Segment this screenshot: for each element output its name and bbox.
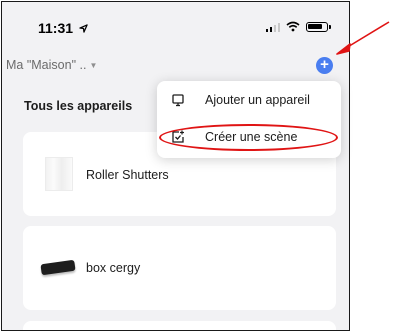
battery-cap bbox=[329, 24, 331, 29]
device-card-box-cergy[interactable]: box cergy bbox=[23, 226, 336, 310]
roller-shutter-icon bbox=[45, 157, 73, 191]
device-name: box cergy bbox=[86, 261, 141, 275]
device-name: Roller Shutters bbox=[86, 168, 169, 182]
menu-item-label: Ajouter un appareil bbox=[205, 93, 310, 107]
device-add-icon bbox=[172, 94, 184, 107]
annotation-ellipse bbox=[159, 124, 338, 151]
status-time: 11:31 bbox=[38, 20, 88, 36]
battery-icon bbox=[306, 21, 328, 32]
home-selector[interactable]: Ma "Maison" .. ▼ bbox=[6, 58, 97, 72]
status-bar: 11:31 bbox=[2, 2, 349, 46]
cellular-signal-icon bbox=[265, 22, 280, 32]
box-device-icon bbox=[40, 259, 76, 276]
section-title: Tous les appareils bbox=[24, 99, 133, 113]
status-icons bbox=[265, 21, 331, 32]
home-selector-row: Ma "Maison" .. ▼ + bbox=[2, 56, 349, 76]
menu-item-add-device[interactable]: Ajouter un appareil bbox=[157, 86, 341, 116]
status-time-text: 11:31 bbox=[38, 20, 74, 36]
device-card-partial[interactable] bbox=[23, 321, 336, 330]
add-button[interactable]: + bbox=[316, 57, 333, 74]
location-arrow-icon bbox=[79, 24, 88, 33]
phone-screen: 11:31 Ma "Maison" .. ▼ + Tous les apparei… bbox=[1, 1, 350, 331]
wifi-icon bbox=[286, 21, 300, 32]
home-name: Ma "Maison" .. bbox=[6, 58, 87, 72]
chevron-down-icon: ▼ bbox=[89, 61, 98, 70]
